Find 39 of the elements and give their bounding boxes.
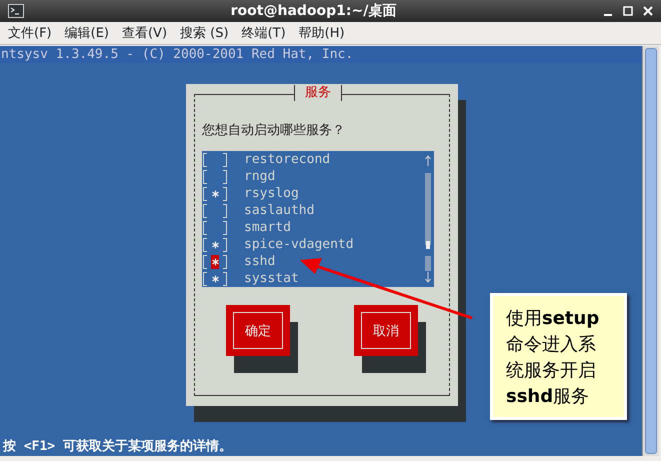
asterisk-icon (212, 240, 218, 248)
service-name[interactable]: restorecond (244, 152, 330, 167)
checkbox[interactable] (203, 220, 227, 235)
checkbox[interactable] (203, 152, 227, 167)
cancel-button[interactable]: 取消 (354, 305, 418, 356)
window-title: root@hadoop1:~/桌面 (230, 2, 398, 20)
dialog-title: 服务 (294, 85, 342, 101)
annotation-text: 使用setup命令进入系统服务开启sshd服务 (506, 308, 600, 407)
menu-item[interactable]: 查看(V) (122, 24, 168, 42)
checkbox[interactable] (203, 203, 227, 218)
menu-item[interactable]: 帮助(H) (298, 24, 345, 42)
service-name[interactable]: sysstat (244, 271, 299, 286)
close-icon[interactable] (643, 6, 653, 16)
scroll-thumb[interactable] (645, 48, 657, 454)
asterisk-icon (212, 258, 218, 266)
help-hint: 按 <F1> 可获取关于某项服务的详情。 (2, 438, 233, 456)
service-name[interactable]: sshd (244, 254, 276, 269)
service-name[interactable]: rngd (244, 169, 276, 184)
menu-item[interactable]: 终端(T) (242, 24, 286, 42)
checkbox[interactable] (203, 237, 227, 252)
terminal-icon (8, 4, 24, 18)
asterisk-icon (212, 274, 218, 282)
program-banner: ntsysv 1.3.49.5 - (C) 2000-2001 Red Hat, Inc. (0, 46, 642, 63)
menu-item[interactable]: 文件(F) (8, 24, 52, 42)
asterisk-icon (212, 190, 218, 198)
menu-item[interactable]: 编辑(E) (64, 24, 109, 42)
service-name[interactable]: rsyslog (244, 186, 299, 201)
checkbox[interactable] (203, 169, 227, 184)
menu-item[interactable]: 搜索 (S) (180, 24, 229, 42)
dialog-prompt: 您想自动启动哪些服务？ (202, 122, 345, 139)
ok-button[interactable]: 确定 (226, 305, 290, 356)
service-name[interactable]: smartd (244, 220, 291, 235)
maximize-icon[interactable] (623, 6, 633, 16)
scrollbar[interactable] (642, 46, 659, 456)
checkbox[interactable] (203, 254, 227, 269)
service-name[interactable]: spice-vdagentd (244, 237, 354, 252)
checkbox[interactable] (203, 271, 227, 286)
checkbox[interactable] (203, 186, 227, 201)
service-name[interactable]: saslauthd (244, 203, 314, 218)
